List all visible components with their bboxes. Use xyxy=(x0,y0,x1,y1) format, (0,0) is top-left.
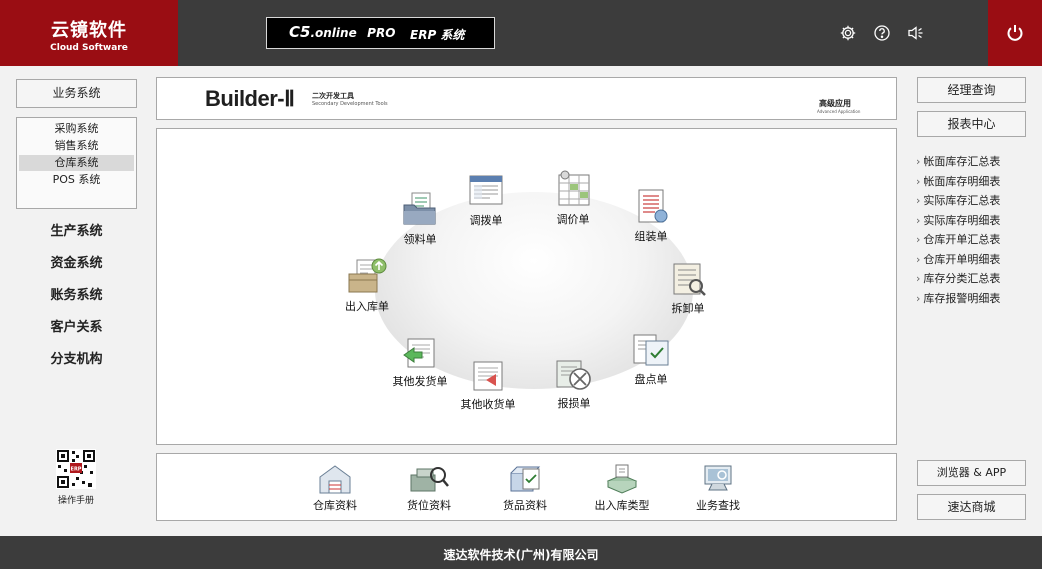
chevron-right-icon: › xyxy=(916,272,921,285)
advanced-app-en: Advanced Application xyxy=(817,109,861,114)
subsystem-pos[interactable]: POS 系统 xyxy=(19,172,134,188)
chevron-right-icon: › xyxy=(916,233,921,246)
browser-app-button[interactable]: 浏览器 & APP xyxy=(917,460,1026,486)
workflow-stocktake[interactable]: 盘点单 xyxy=(614,331,688,387)
report-center-button[interactable]: 报表中心 xyxy=(917,111,1026,137)
chevron-right-icon: › xyxy=(916,155,921,168)
search-icon xyxy=(704,465,732,491)
report-link[interactable]: › 帐面库存汇总表 xyxy=(916,153,1000,169)
subsystem-list: 采购系统 销售系统 仓库系统 POS 系统 xyxy=(16,117,137,209)
chevron-right-icon: › xyxy=(916,214,921,227)
workflow-panel: 领料单 调拨单 调价单 组装单 拆卸单 盘点单 报损单 其他收货单 其他发货单 … xyxy=(156,128,897,445)
form-icon xyxy=(469,175,503,205)
manager-query-button[interactable]: 经理查询 xyxy=(917,77,1026,103)
svg-text:ERP: ERP xyxy=(71,467,82,473)
footer-company: 速达软件技术(广州)有限公司 xyxy=(0,536,1042,569)
report-link[interactable]: › 实际库存汇总表 xyxy=(916,192,1000,208)
chevron-right-icon: › xyxy=(916,292,921,305)
builder-banner: Builder-Ⅱ 二次开发工具 Secondary Development T… xyxy=(156,77,897,120)
product-c5: C5.online PRO xyxy=(289,23,396,41)
disassembly-icon xyxy=(673,263,706,296)
report-link[interactable]: › 仓库开单明细表 xyxy=(916,251,1000,267)
price-grid-icon xyxy=(558,170,590,206)
workflow-other-receive[interactable]: 其他收货单 xyxy=(451,358,525,412)
receive-icon xyxy=(473,361,503,391)
workflow-price-adjust[interactable]: 调价单 xyxy=(536,169,610,227)
chevron-right-icon: › xyxy=(916,194,921,207)
damage-report-icon xyxy=(556,360,591,390)
workflow-inout[interactable]: 出入库单 xyxy=(330,256,404,314)
builder-subtitle-en: Secondary Development Tools xyxy=(312,101,388,107)
report-link[interactable]: › 仓库开单汇总表 xyxy=(916,231,1000,247)
qr-code-icon[interactable]: ERP xyxy=(56,449,96,489)
workflow-other-ship[interactable]: 其他发货单 xyxy=(383,335,457,389)
builder-title: Builder-Ⅱ xyxy=(205,86,295,111)
folder-docs-icon xyxy=(403,192,436,225)
power-button[interactable] xyxy=(988,0,1042,66)
report-link[interactable]: › 库存分类汇总表 xyxy=(916,270,1000,286)
report-link[interactable]: › 库存报警明细表 xyxy=(916,290,1000,306)
workflow-disassembly[interactable]: 拆卸单 xyxy=(651,260,725,316)
product-name-box: C5.online PRO ERP 系统 xyxy=(266,17,495,49)
mall-button[interactable]: 速达商城 xyxy=(917,494,1026,520)
nav-accounting[interactable]: 账务系统 xyxy=(16,284,137,303)
chevron-right-icon: › xyxy=(916,253,921,266)
goods-icon xyxy=(510,466,541,492)
subsystem-warehouse[interactable]: 仓库系统 xyxy=(19,155,134,171)
nav-finance[interactable]: 资金系统 xyxy=(16,252,137,271)
chevron-right-icon: › xyxy=(916,175,921,188)
tool-business-search[interactable]: 业务查找 xyxy=(681,463,755,513)
power-icon xyxy=(1007,25,1023,41)
nav-production[interactable]: 生产系统 xyxy=(16,220,137,239)
workflow-transfer[interactable]: 调拨单 xyxy=(449,174,523,228)
report-link[interactable]: › 帐面库存明细表 xyxy=(916,173,1000,189)
subsystem-purchase[interactable]: 采购系统 xyxy=(19,121,134,137)
inout-type-icon xyxy=(606,464,638,494)
help-icon[interactable] xyxy=(873,24,891,42)
inout-icon xyxy=(348,258,387,293)
tool-warehouse-info[interactable]: 仓库资料 xyxy=(298,463,372,513)
product-erp: ERP 系统 xyxy=(410,28,465,42)
brand-logo: 云镜软件 Cloud Software xyxy=(0,0,178,66)
tool-inout-type[interactable]: 出入库类型 xyxy=(585,463,659,513)
assembly-list-icon xyxy=(638,189,668,223)
report-link[interactable]: › 实际库存明细表 xyxy=(916,212,1000,228)
builder-subtitle-cn: 二次开发工具 xyxy=(312,92,354,100)
workflow-assembly[interactable]: 组装单 xyxy=(614,186,688,244)
advanced-app-cn[interactable]: 高级应用 xyxy=(819,98,851,109)
logo-en: Cloud Software xyxy=(50,43,128,53)
tool-location-info[interactable]: 货位资料 xyxy=(392,463,466,513)
tool-goods-info[interactable]: 货品资料 xyxy=(488,463,562,513)
subsystem-sales[interactable]: 销售系统 xyxy=(19,138,134,154)
nav-branches[interactable]: 分支机构 xyxy=(16,348,137,367)
location-icon xyxy=(410,467,449,492)
logo-cn: 云镜软件 xyxy=(51,20,127,41)
inventory-check-icon xyxy=(633,334,669,366)
gear-icon[interactable] xyxy=(839,24,857,42)
workflow-damage-report[interactable]: 报损单 xyxy=(537,355,611,411)
workflow-material-requisition[interactable]: 领料单 xyxy=(383,191,457,247)
ship-icon xyxy=(403,338,435,368)
speaker-icon[interactable] xyxy=(907,24,925,42)
warehouse-icon xyxy=(319,465,351,494)
manual-label[interactable]: 操作手册 xyxy=(46,493,106,506)
top-bar: 云镜软件 Cloud Software C5.online PRO ERP 系统 xyxy=(0,0,1042,66)
nav-crm[interactable]: 客户关系 xyxy=(16,316,137,335)
business-system-button[interactable]: 业务系统 xyxy=(16,79,137,108)
warehouse-tools-panel: 仓库资料 货位资料 货品资料 出入库类型 业务查找 xyxy=(156,453,897,521)
